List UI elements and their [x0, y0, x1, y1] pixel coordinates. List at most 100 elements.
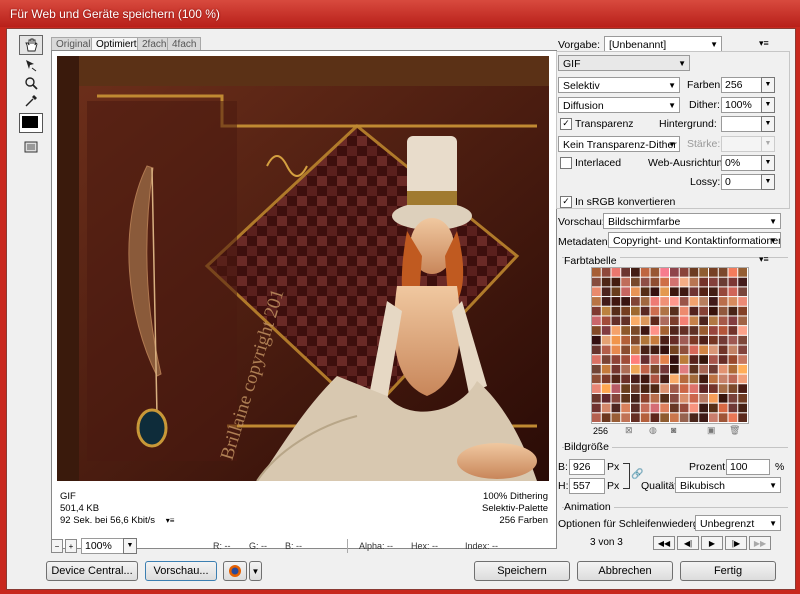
chevron-down-icon: ▼	[761, 136, 775, 152]
web-snap-field[interactable]: 0% ▼	[721, 155, 775, 171]
lossy-label: Lossy:	[690, 176, 721, 188]
toggle-slices-icon[interactable]	[19, 137, 43, 157]
palette-swatch	[631, 413, 640, 422]
palette-swatch	[650, 393, 660, 403]
preset-select[interactable]: [Unbenannt] ▼	[604, 36, 722, 52]
zoom-tool-icon[interactable]	[19, 73, 43, 93]
dither-algo-select[interactable]: Diffusion ▼	[558, 97, 680, 113]
frame-counter: 3 von 3	[590, 537, 623, 548]
palette-swatch	[709, 413, 718, 422]
percent-field[interactable]: 100	[726, 459, 770, 475]
format-select[interactable]: GIF ▼	[558, 55, 690, 71]
palette-swatch	[601, 297, 611, 306]
palette-swatch	[621, 345, 630, 355]
browser-select[interactable]	[223, 561, 247, 581]
eyedropper-color-swatch[interactable]	[19, 113, 43, 133]
interlaced-checkbox[interactable]	[560, 157, 572, 169]
preview-button[interactable]: Vorschau...	[145, 561, 217, 581]
palette-swatch	[728, 413, 738, 422]
palette-swatch	[679, 297, 689, 306]
done-button[interactable]: Fertig	[680, 561, 776, 581]
palette-swatch	[738, 355, 747, 364]
metadata-label: Metadaten:	[558, 236, 611, 248]
chain-link-icon[interactable]: 🔗	[631, 469, 643, 480]
palette-swatch	[689, 277, 699, 287]
chevron-down-icon: ▼	[769, 481, 777, 490]
dither-field[interactable]: 100% ▼	[721, 97, 775, 113]
slice-select-tool-icon[interactable]	[19, 55, 43, 75]
firefox-icon	[229, 565, 241, 577]
palette-swatch	[738, 374, 747, 384]
quality-select[interactable]: Bikubisch ▼	[675, 477, 781, 493]
browser-dropdown-button[interactable]: ▼	[249, 561, 262, 581]
palette-swatch	[650, 306, 660, 316]
chevron-down-icon: ▼	[761, 155, 775, 171]
color-table-grid[interactable]	[591, 267, 749, 424]
palette-swatch	[689, 268, 699, 277]
palette-swatch	[640, 345, 650, 355]
last-frame-icon[interactable]: ▶▶	[749, 536, 771, 550]
optimized-image[interactable]: Brillaine copyright 201	[57, 56, 549, 481]
palette-swatch	[592, 403, 601, 413]
palette-swatch	[689, 316, 699, 326]
palette-swatch	[689, 306, 699, 316]
transparency-checkbox[interactable]: ✓	[560, 118, 572, 130]
preset-menu-icon[interactable]: ▾≡	[759, 38, 769, 49]
zoom-select[interactable]: 100% ▼	[81, 538, 137, 554]
zoom-in-button[interactable]: +	[65, 539, 77, 553]
palette-swatch	[650, 316, 660, 326]
device-central-button[interactable]: Device Central...	[46, 561, 138, 581]
palette-swatch	[621, 403, 630, 413]
palette-swatch	[728, 268, 738, 277]
palette-swatch	[718, 326, 728, 335]
palette-swatch	[670, 326, 679, 335]
lock-color-icon[interactable]: ◙	[671, 425, 676, 435]
palette-swatch	[689, 335, 699, 345]
metadata-select[interactable]: Copyright- und Kontaktinformationen ▼	[608, 232, 781, 248]
cancel-button[interactable]: Abbrechen	[577, 561, 673, 581]
palette-swatch	[660, 413, 669, 422]
previous-frame-icon[interactable]: ◀|	[677, 536, 699, 550]
palette-swatch	[601, 413, 611, 422]
first-frame-icon[interactable]: ◀◀	[653, 536, 675, 550]
palette-swatch	[640, 393, 650, 403]
new-color-icon[interactable]: ▣	[707, 425, 716, 436]
map-transparency-icon[interactable]: ⊠	[625, 425, 633, 436]
divider	[347, 539, 348, 553]
palette-swatch	[650, 403, 660, 413]
info-time: 92 Sek. bei 56,6 Kbit/s	[60, 515, 156, 526]
color-table-menu-icon[interactable]: ▾≡	[759, 254, 769, 265]
hand-tool-icon[interactable]	[19, 35, 43, 55]
status-hex: Hex: --	[411, 541, 438, 551]
preview-mode-select[interactable]: Bildschirmfarbe ▼	[603, 213, 781, 229]
palette-swatch	[709, 345, 718, 355]
palette-swatch	[738, 316, 747, 326]
palette-swatch	[592, 306, 601, 316]
matte-field[interactable]: ▼	[721, 116, 775, 132]
srgb-checkbox[interactable]: ✓	[560, 196, 572, 208]
format-value: GIF	[563, 58, 581, 70]
transparency-dither-select[interactable]: Kein Transparenz-Dither ▼	[558, 136, 680, 152]
palette-swatch	[660, 297, 669, 306]
palette-swatch	[738, 306, 747, 316]
dialog-client: Original Optimiert 2fach 4fach Brillaine…	[6, 28, 796, 590]
width-field[interactable]: 926	[569, 459, 605, 475]
next-frame-icon[interactable]: |▶	[725, 536, 747, 550]
chevron-down-icon: ▼	[769, 236, 777, 245]
height-field[interactable]: 557	[569, 478, 605, 494]
lossy-field[interactable]: 0 ▼	[721, 174, 775, 190]
palette-swatch	[709, 277, 718, 287]
save-button[interactable]: Speichern	[474, 561, 570, 581]
trash-icon[interactable]: 🗑	[729, 425, 740, 436]
palette-swatch	[699, 268, 708, 277]
loop-select[interactable]: Unbegrenzt ▼	[695, 515, 781, 531]
eyedropper-tool-icon[interactable]	[19, 91, 43, 111]
web-shift-icon[interactable]: ◍	[649, 425, 657, 436]
time-menu-icon[interactable]: ▾≡	[166, 516, 175, 525]
colors-field[interactable]: 256 ▼	[721, 77, 775, 93]
palette-swatch	[592, 277, 601, 287]
zoom-out-button[interactable]: −	[51, 539, 63, 553]
palette-swatch	[650, 277, 660, 287]
play-icon[interactable]: ▶	[701, 536, 723, 550]
reduction-select[interactable]: Selektiv ▼	[558, 77, 680, 93]
